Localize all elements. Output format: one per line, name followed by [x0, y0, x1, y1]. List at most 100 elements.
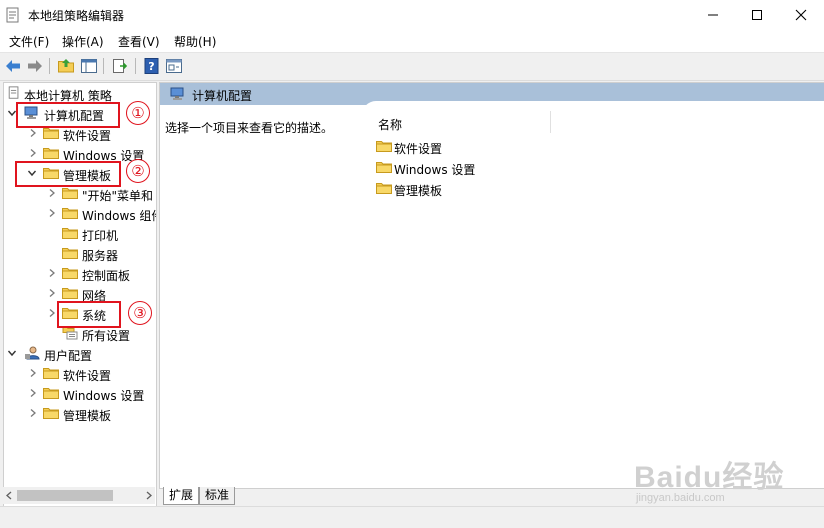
folder-icon — [43, 406, 59, 420]
annotation-box-3 — [57, 301, 121, 328]
menu-bar: 文件(F) 操作(A) 查看(V) 帮助(H) — [0, 30, 824, 53]
minimize-icon — [708, 14, 718, 16]
title-bar: 本地组策略编辑器 — [0, 0, 824, 30]
svg-text:?: ? — [148, 60, 154, 73]
chevron-right-icon[interactable] — [47, 288, 57, 298]
list-item-label: 管理模板 — [394, 184, 443, 198]
folder-icon — [43, 366, 59, 380]
tree-label: 所有设置 — [82, 329, 131, 343]
chevron-right-icon[interactable] — [47, 268, 57, 278]
folder-icon — [62, 206, 78, 220]
folder-icon — [376, 181, 392, 195]
menu-help[interactable]: 帮助(H) — [174, 33, 216, 50]
toolbar: ? — [0, 53, 824, 81]
tree-item-user-windows-settings[interactable]: Windows 设置 — [4, 384, 156, 404]
folder-icon — [376, 160, 392, 174]
tree-item-user-software-settings[interactable]: 软件设置 — [4, 364, 156, 384]
close-button[interactable] — [778, 0, 824, 30]
scroll-left-arrow-icon[interactable] — [5, 491, 13, 500]
chevron-right-icon[interactable] — [28, 368, 38, 378]
minimize-button[interactable] — [690, 0, 736, 30]
maximize-icon — [752, 10, 762, 20]
tab-standard[interactable]: 标准 — [199, 487, 236, 505]
tree-label: Windows 组件 — [82, 209, 157, 223]
tree-label: 控制面板 — [82, 269, 131, 283]
list-item-admin-templates[interactable]: 管理模板 — [376, 179, 576, 199]
tree-label: 用户配置 — [44, 349, 93, 363]
chevron-right-icon[interactable] — [28, 408, 38, 418]
tree-item-windows-components[interactable]: Windows 组件 — [4, 204, 156, 224]
help-icon[interactable]: ? — [143, 57, 161, 75]
scrollbar-thumb[interactable] — [17, 490, 113, 501]
folder-icon — [43, 146, 59, 160]
menu-action[interactable]: 操作(A) — [62, 33, 104, 50]
annotation-number-3: ③ — [128, 301, 152, 325]
folder-icon — [62, 266, 78, 280]
folder-icon — [62, 286, 78, 300]
column-header-name[interactable]: 名称 — [378, 116, 402, 133]
watermark-brand: Baidu经验 — [634, 461, 785, 494]
list-item-label: Windows 设置 — [394, 163, 476, 177]
menu-file[interactable]: 文件(F) — [9, 33, 49, 50]
chevron-right-icon[interactable] — [47, 208, 57, 218]
folder-icon — [62, 226, 78, 240]
details-header-title: 计算机配置 — [192, 89, 253, 103]
forward-arrow-icon[interactable] — [26, 57, 44, 75]
maximize-button[interactable] — [734, 0, 780, 30]
show-hide-tree-icon[interactable] — [80, 57, 98, 75]
details-pane: 计算机配置 选择一个项目来查看它的描述。 名称 软件设置 Windows 设置 … — [159, 82, 824, 489]
watermark-url: jingyan.baidu.com — [636, 492, 725, 504]
tree-item-printers[interactable]: 打印机 — [4, 224, 156, 244]
toolbar-separator — [103, 58, 104, 74]
annotation-number-2: ② — [126, 159, 150, 183]
up-folder-icon[interactable] — [57, 57, 75, 75]
toolbar-separator — [135, 58, 136, 74]
policy-document-icon — [8, 86, 19, 99]
menu-view[interactable]: 查看(V) — [118, 33, 160, 50]
all-settings-icon — [62, 327, 78, 340]
list-item-label: 软件设置 — [394, 142, 443, 156]
computer-icon — [170, 87, 184, 100]
annotation-box-1 — [16, 102, 120, 128]
chevron-right-icon[interactable] — [28, 128, 38, 138]
tree-horizontal-scrollbar[interactable] — [3, 487, 155, 504]
baidu-watermark: Baidu经验 jingyan.baidu.com — [634, 452, 819, 512]
tree-label: 软件设置 — [63, 129, 112, 143]
tree-item-start-menu[interactable]: "开始"菜单和 — [4, 184, 156, 204]
user-icon — [25, 346, 40, 360]
items-list: 名称 软件设置 Windows 设置 管理模板 — [362, 101, 824, 488]
chevron-right-icon[interactable] — [28, 148, 38, 158]
list-item-windows-settings[interactable]: Windows 设置 — [376, 158, 576, 178]
back-arrow-icon[interactable] — [4, 57, 22, 75]
folder-icon — [62, 186, 78, 200]
tree-label: 打印机 — [82, 229, 119, 243]
annotation-number-1: ① — [126, 101, 150, 125]
tree-label: 管理模板 — [63, 409, 112, 423]
tree-item-server[interactable]: 服务器 — [4, 244, 156, 264]
close-icon — [795, 9, 807, 21]
folder-icon — [62, 246, 78, 260]
tree-item-user-config[interactable]: 用户配置 — [4, 344, 156, 364]
properties-icon[interactable] — [165, 57, 183, 75]
annotation-box-2 — [15, 161, 121, 187]
folder-icon — [43, 126, 59, 140]
chevron-right-icon[interactable] — [47, 308, 57, 318]
folder-icon — [43, 386, 59, 400]
toolbar-separator — [49, 58, 50, 74]
tab-extended[interactable]: 扩展 — [163, 487, 200, 505]
chevron-right-icon[interactable] — [28, 388, 38, 398]
folder-icon — [376, 139, 392, 153]
tree-pane: 本地计算机 策略 计算机配置 软件设置 Windows 设置 管理模板 "开始"… — [3, 82, 157, 507]
tree-item-control-panel[interactable]: 控制面板 — [4, 264, 156, 284]
scroll-right-arrow-icon[interactable] — [145, 491, 153, 500]
export-list-icon[interactable] — [111, 57, 129, 75]
tree-label: 服务器 — [82, 249, 119, 263]
tree-item-user-admin-templates[interactable]: 管理模板 — [4, 404, 156, 424]
column-separator[interactable] — [550, 111, 551, 133]
chevron-right-icon[interactable] — [47, 188, 57, 198]
tree-label: "开始"菜单和 — [82, 189, 154, 203]
tree-label: 软件设置 — [63, 369, 112, 383]
list-item-software-settings[interactable]: 软件设置 — [376, 137, 576, 157]
chevron-down-icon[interactable] — [7, 348, 17, 358]
policy-app-icon — [6, 7, 19, 23]
